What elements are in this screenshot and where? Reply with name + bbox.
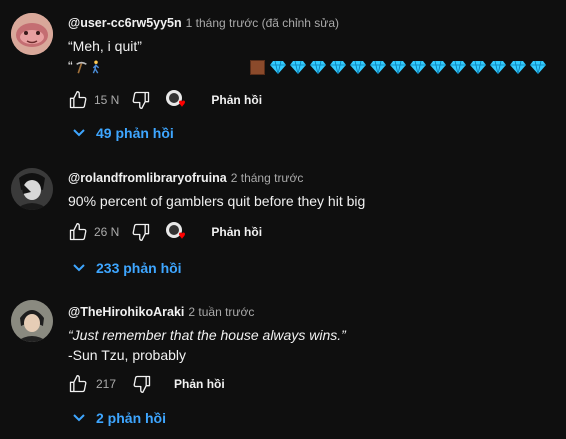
view-replies-button[interactable]: 49 phản hồi: [72, 123, 174, 143]
diamond-icon: [289, 61, 306, 75]
replies-count: 233 phản hồi: [96, 260, 182, 276]
like-button[interactable]: [66, 88, 90, 112]
chevron-down-icon: [73, 264, 85, 272]
replies-count: 49 phản hồi: [96, 125, 174, 141]
like-button[interactable]: [66, 372, 90, 396]
open-quote: “: [68, 58, 73, 74]
diamond-icon: [369, 61, 386, 75]
diamond-icon: [509, 61, 526, 75]
like-count: 26 N: [94, 225, 120, 239]
comment-text-line-2: -Sun Tzu, probably: [68, 347, 187, 363]
dislike-button[interactable]: [129, 88, 153, 112]
diamond-row: [269, 58, 550, 75]
diamond-icon: [269, 61, 286, 75]
diamond-icon: [309, 61, 326, 75]
pickaxe-icon: [75, 61, 87, 74]
view-replies-button[interactable]: 2 phản hồi: [72, 408, 166, 428]
thumbs-up-icon: [69, 223, 87, 241]
thumbs-up-icon: [69, 91, 87, 109]
diamond-icon: [429, 61, 446, 75]
comment-time[interactable]: 2 tuần trước: [188, 305, 254, 319]
comment-text-line-1: “Just remember that the house always win…: [68, 327, 346, 343]
comment-text-line-2: “: [68, 56, 560, 76]
diamond-icon: [449, 61, 466, 75]
thumbs-down-icon: [133, 375, 151, 393]
avatar[interactable]: [11, 13, 53, 55]
creator-heart-icon: [166, 222, 186, 239]
creator-heart: [165, 89, 187, 111]
dirt-block-icon: [249, 59, 265, 75]
dark-figure-avatar-icon: [11, 168, 53, 210]
dislike-button[interactable]: [129, 220, 153, 244]
diamond-icon: [469, 61, 486, 75]
dislike-button[interactable]: [130, 372, 154, 396]
view-replies-button[interactable]: 233 phản hồi: [72, 258, 182, 278]
diamond-icon: [529, 61, 546, 75]
comment-author[interactable]: @TheHirohikoAraki: [68, 305, 184, 319]
creator-heart: [165, 221, 187, 243]
comment-author[interactable]: @rolandfromlibraryofruina: [68, 171, 227, 185]
comment-text: 90% percent of gamblers quit before they…: [68, 193, 366, 209]
diamond-icon: [389, 61, 406, 75]
reply-button[interactable]: Phản hồi: [211, 93, 262, 107]
comment-text-line-1: “Meh, i quit”: [68, 38, 142, 54]
comment-time[interactable]: 1 tháng trước (đã chỉnh sửa): [186, 16, 339, 30]
chevron-down-icon: [73, 129, 85, 137]
thumbs-down-icon: [132, 223, 150, 241]
avatar[interactable]: [11, 300, 53, 342]
reply-button[interactable]: Phản hồi: [174, 377, 225, 391]
comment-author[interactable]: @user-cc6rw5yy5n: [68, 16, 182, 30]
reply-button[interactable]: Phản hồi: [211, 225, 262, 239]
like-button[interactable]: [66, 220, 90, 244]
thumbs-down-icon: [132, 91, 150, 110]
diamond-icon: [329, 61, 346, 75]
thumbs-up-icon: [69, 375, 87, 393]
diamond-icon: [349, 61, 366, 75]
comment-time[interactable]: 2 tháng trước: [231, 171, 304, 185]
avatar[interactable]: [11, 168, 53, 210]
replies-count: 2 phản hồi: [96, 410, 166, 426]
portrait-avatar-icon: [11, 300, 53, 342]
pink-blob-avatar-icon: [11, 13, 53, 55]
diamond-icon: [409, 61, 426, 75]
chevron-down-icon: [73, 414, 85, 422]
like-count: 15 N: [94, 93, 120, 107]
like-count: 217: [96, 377, 117, 391]
creator-heart-icon: [166, 90, 186, 107]
diamond-icon: [489, 61, 506, 75]
walking-person-icon: [92, 60, 99, 74]
